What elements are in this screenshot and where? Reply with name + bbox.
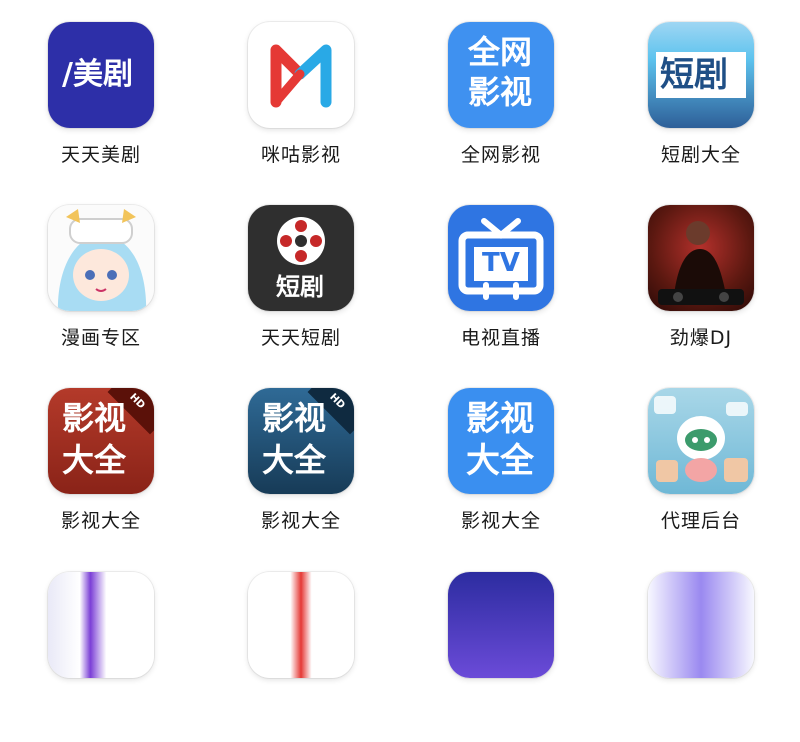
app-migu-yingshi[interactable]: 咪咕影视 <box>238 22 358 192</box>
glyph-line1: 全网 <box>468 33 533 71</box>
app-label: 代理后台 <box>660 510 741 532</box>
app-yingshi-daquan-navy[interactable]: HD 影视 大全 影视大全 <box>238 388 358 558</box>
duanju-glyph: 短剧 <box>660 55 728 95</box>
app-label: 影视大全 <box>60 510 141 532</box>
app-partial-3[interactable] <box>438 572 558 742</box>
glyph-line2: 大全 <box>262 441 327 479</box>
tv-glyph: TV <box>482 248 520 278</box>
app-yingshi-daquan-red[interactable]: HD 影视 大全 影视大全 <box>38 388 158 558</box>
app-label: 天天短剧 <box>260 327 341 349</box>
yingshi-daquan-navy-icon: HD 影视 大全 <box>248 388 354 494</box>
jinbao-dj-icon <box>648 205 754 311</box>
tiantian-meiju-icon: /美剧 <box>48 22 154 128</box>
glyph-line2: 大全 <box>466 441 534 481</box>
app-label: 漫画专区 <box>60 327 141 349</box>
yingshi-daquan-blue-icon: 影视 大全 <box>448 388 554 494</box>
manhua-zhuanqu-icon <box>48 205 154 311</box>
app-jinbao-dj[interactable]: 劲爆DJ <box>638 205 758 375</box>
glyph-line2: 影视 <box>468 73 533 111</box>
tiantian-duanju-icon: 短剧 <box>248 205 354 311</box>
app-duanju-daquan[interactable]: 短剧 短剧大全 <box>638 22 758 192</box>
glyph-line1: 影视 <box>62 399 127 437</box>
app-label: 全网影视 <box>460 144 541 166</box>
app-tiantian-duanju[interactable]: 短剧 天天短剧 <box>238 205 358 375</box>
app-manhua-zhuanqu[interactable]: 漫画专区 <box>38 205 158 375</box>
app-dianshi-zhibo[interactable]: TV 电视直播 <box>438 205 558 375</box>
partial-app-icon <box>448 572 554 678</box>
tiantian-meiju-glyph: /美剧 <box>62 57 133 92</box>
dj-performer-illustration <box>658 221 744 305</box>
glyph-line2: 大全 <box>62 441 127 479</box>
app-tiantian-meiju[interactable]: /美剧 天天美剧 <box>38 22 158 192</box>
glyph-line1: 影视 <box>466 399 534 439</box>
app-label: 影视大全 <box>260 510 341 532</box>
duanju-glyph: 短剧 <box>276 273 324 301</box>
app-label: 电视直播 <box>460 327 541 349</box>
quanwang-yingshi-icon: 全网 影视 <box>448 22 554 128</box>
partial-app-icon <box>648 572 754 678</box>
app-label: 天天美剧 <box>60 144 141 166</box>
app-label: 短剧大全 <box>660 144 741 166</box>
app-yingshi-daquan-blue[interactable]: 影视 大全 影视大全 <box>438 388 558 558</box>
daili-houtai-icon <box>648 388 754 494</box>
anime-girl-illustration <box>48 205 154 311</box>
app-partial-4[interactable] <box>638 572 758 742</box>
yingshi-daquan-red-icon: HD 影视 大全 <box>48 388 154 494</box>
partial-app-icon <box>48 572 154 678</box>
duanju-daquan-icon: 短剧 <box>648 22 754 128</box>
app-partial-1[interactable] <box>38 572 158 742</box>
migu-yingshi-icon <box>248 22 354 128</box>
partial-app-icon <box>248 572 354 678</box>
app-label: 劲爆DJ <box>669 327 733 349</box>
robot-mascot-illustration <box>654 396 748 482</box>
app-partial-2[interactable] <box>238 572 358 742</box>
app-daili-houtai[interactable]: 代理后台 <box>638 388 758 558</box>
glyph-line1: 影视 <box>262 399 327 437</box>
dianshi-zhibo-icon: TV <box>448 205 554 311</box>
app-label: 影视大全 <box>460 510 541 532</box>
app-quanwang-yingshi[interactable]: 全网 影视 全网影视 <box>438 22 558 192</box>
migu-logo <box>270 44 332 108</box>
app-label: 咪咕影视 <box>260 144 341 166</box>
